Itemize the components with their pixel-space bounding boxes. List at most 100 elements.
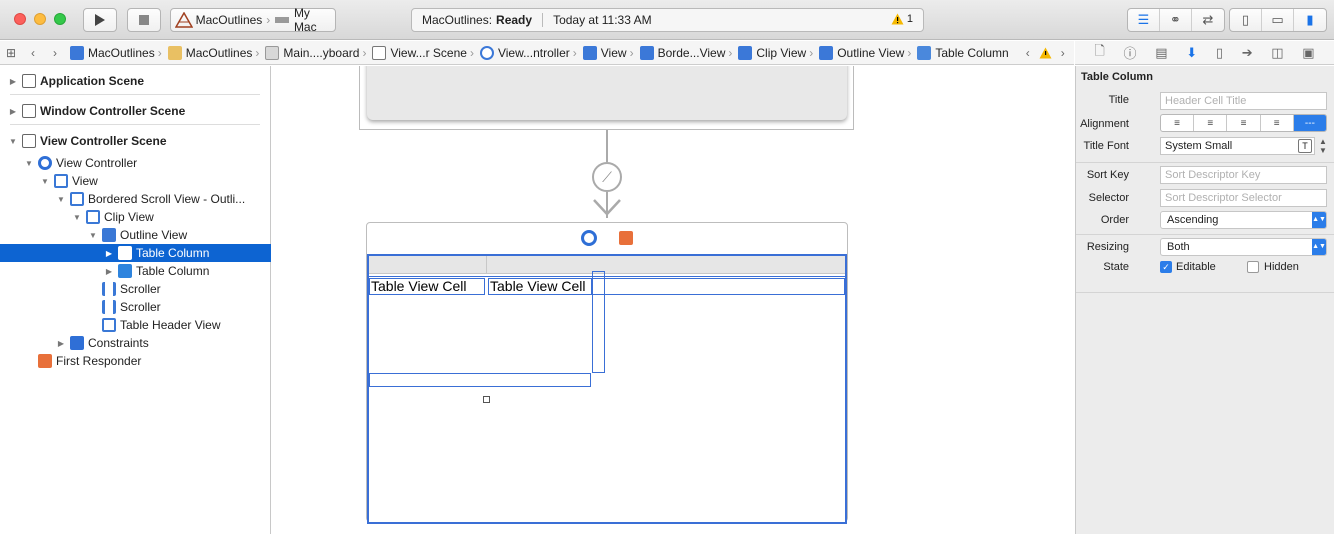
- font-size-stepper[interactable]: ▲ ▼: [1319, 137, 1327, 155]
- minimize-window-button[interactable]: [34, 13, 46, 25]
- outline-row-table-column-selected[interactable]: ▶ Table Column: [0, 244, 271, 262]
- outline-row-first-responder[interactable]: First Responder: [0, 352, 271, 370]
- back-arrow-icon[interactable]: ‹: [22, 46, 44, 60]
- warning-badge[interactable]: 1: [891, 13, 913, 25]
- rings-icon: ⚭: [1170, 12, 1181, 27]
- attributes-inspector: Table Column Title Header Cell Title Ali…: [1075, 66, 1334, 534]
- disclosure-right-icon[interactable]: ▶: [104, 249, 114, 258]
- disclosure-down-icon[interactable]: ▼: [88, 231, 98, 240]
- toggle-navigator-button[interactable]: ▯: [1230, 9, 1262, 31]
- next-issue-icon[interactable]: ›: [1052, 46, 1074, 60]
- title-field[interactable]: Header Cell Title: [1160, 92, 1327, 110]
- font-picker-icon[interactable]: T: [1298, 139, 1312, 153]
- row-label: Application Scene: [40, 74, 145, 88]
- inspector-section-title: Table Column: [1081, 71, 1153, 83]
- forward-arrow-icon[interactable]: ›: [44, 46, 66, 60]
- editable-checkbox[interactable]: ✓: [1160, 261, 1172, 273]
- prev-issue-icon[interactable]: ‹: [1017, 46, 1039, 60]
- disclosure-right-icon[interactable]: ▶: [8, 77, 18, 86]
- order-popup[interactable]: Ascending ▲▼: [1160, 211, 1327, 229]
- disclosure-right-icon[interactable]: ▶: [56, 339, 66, 348]
- help-inspector-icon[interactable]: ⓘ: [1124, 43, 1137, 62]
- selector-field[interactable]: Sort Descriptor Selector: [1160, 189, 1327, 207]
- toggle-inspector-button[interactable]: ▮: [1294, 9, 1326, 31]
- horizontal-scroller-frame[interactable]: [369, 373, 591, 387]
- standard-editor-button[interactable]: ☰: [1128, 9, 1160, 31]
- align-center-button[interactable]: ≡: [1194, 115, 1228, 131]
- table-view-cell-1[interactable]: Table View Cell: [371, 278, 466, 294]
- crumb-label: Clip View: [756, 45, 807, 60]
- resizing-popup[interactable]: Both ▲▼: [1160, 238, 1327, 256]
- outline-row-table-column[interactable]: ▶ Table Column: [0, 262, 271, 280]
- outline-row-bordered-scroll-view[interactable]: ▼ Bordered Scroll View - Outli...: [0, 190, 271, 208]
- stop-button[interactable]: [127, 8, 161, 32]
- align-natural-button[interactable]: ---: [1293, 115, 1326, 131]
- order-label: Order: [1100, 214, 1129, 226]
- outline-row-application-scene[interactable]: ▶ Application Scene: [0, 72, 271, 90]
- outline-row-view-controller[interactable]: ▼ View Controller: [0, 154, 271, 172]
- crumb-outline-view[interactable]: Outline View ›: [815, 45, 911, 60]
- disclosure-down-icon[interactable]: ▼: [72, 213, 82, 222]
- chevron-right-icon: ›: [362, 45, 367, 60]
- table-header-view[interactable]: [369, 256, 845, 274]
- first-responder-icon[interactable]: [619, 231, 633, 245]
- outline-row-view-controller-scene[interactable]: ▼ View Controller Scene: [0, 132, 271, 150]
- crumb-label: Table Column: [935, 45, 1009, 60]
- align-left-button[interactable]: ≡: [1161, 115, 1195, 131]
- disclosure-right-icon[interactable]: ▶: [8, 107, 18, 116]
- crumb-label: View: [600, 45, 627, 60]
- outline-row-scroller-2[interactable]: Scroller: [0, 298, 271, 316]
- version-editor-button[interactable]: ⇄: [1192, 9, 1224, 31]
- vertical-scroller-frame[interactable]: [592, 271, 605, 373]
- scheme-selector[interactable]: MacOutlines › My Mac: [170, 6, 336, 34]
- segue-icon[interactable]: ⟋: [592, 162, 622, 192]
- crumb-storyboard[interactable]: Main....yboard ›: [261, 45, 367, 60]
- view-controller-icon[interactable]: [581, 230, 597, 246]
- storyboard-canvas[interactable]: ⟋ Table View Cell Table View Cell: [272, 66, 1074, 534]
- disclosure-down-icon[interactable]: ▼: [56, 195, 66, 204]
- file-inspector-icon[interactable]: 🗋: [1094, 42, 1104, 64]
- outline-row-scroller-1[interactable]: Scroller: [0, 280, 271, 298]
- crumb-scene[interactable]: View...r Scene ›: [368, 45, 474, 60]
- identity-inspector-icon[interactable]: ▤: [1155, 45, 1167, 61]
- disclosure-right-icon[interactable]: ▶: [104, 267, 114, 276]
- title-font-field[interactable]: System Small T: [1160, 137, 1315, 155]
- close-window-button[interactable]: [14, 13, 26, 25]
- outline-row-view[interactable]: ▼ View: [0, 172, 271, 190]
- related-items-icon[interactable]: ⊞: [0, 46, 22, 60]
- crumb-clip-view[interactable]: Clip View ›: [734, 45, 813, 60]
- align-left-icon: ≡: [1174, 117, 1181, 129]
- scene-icon: [22, 74, 36, 88]
- disclosure-down-icon[interactable]: ▼: [24, 159, 34, 168]
- disclosure-down-icon[interactable]: ▼: [8, 137, 18, 146]
- table-view-cell-2[interactable]: Table View Cell: [490, 278, 585, 294]
- resize-handle[interactable]: [483, 396, 490, 403]
- size-inspector-icon[interactable]: ▯: [1216, 45, 1223, 61]
- toggle-debug-button[interactable]: ▭: [1262, 9, 1294, 31]
- outline-row-window-controller-scene[interactable]: ▶ Window Controller Scene: [0, 102, 271, 120]
- outline-row-clip-view[interactable]: ▼ Clip View: [0, 208, 271, 226]
- align-right-button[interactable]: ≡: [1227, 115, 1261, 131]
- bindings-inspector-icon[interactable]: ◫: [1271, 45, 1283, 61]
- crumb-folder[interactable]: MacOutlines ›: [164, 45, 259, 60]
- run-button[interactable]: [83, 8, 117, 32]
- disclosure-down-icon[interactable]: ▼: [40, 177, 50, 186]
- connections-inspector-icon[interactable]: ➔: [1242, 45, 1253, 61]
- assistant-editor-button[interactable]: ⚭: [1160, 9, 1192, 31]
- outline-row-outline-view[interactable]: ▼ Outline View: [0, 226, 271, 244]
- warning-icon[interactable]: [1039, 47, 1052, 59]
- zoom-window-button[interactable]: [54, 13, 66, 25]
- attributes-inspector-icon[interactable]: ⬇: [1186, 45, 1197, 61]
- align-justify-button[interactable]: ≡: [1261, 115, 1294, 131]
- crumb-label: View...ntroller: [497, 45, 570, 60]
- crumb-view-controller[interactable]: View...ntroller ›: [476, 45, 577, 60]
- crumb-view[interactable]: View ›: [579, 45, 634, 60]
- crumb-bordered-scroll-view[interactable]: Borde...View ›: [636, 45, 732, 60]
- hidden-checkbox[interactable]: [1247, 261, 1259, 273]
- crumb-project[interactable]: MacOutlines ›: [66, 45, 162, 60]
- sort-key-field[interactable]: Sort Descriptor Key: [1160, 166, 1327, 184]
- outline-row-table-header-view[interactable]: Table Header View: [0, 316, 271, 334]
- effects-inspector-icon[interactable]: ▣: [1302, 45, 1314, 61]
- outline-row-constraints[interactable]: ▶ Constraints: [0, 334, 271, 352]
- crumb-table-column[interactable]: Table Column: [913, 45, 1009, 60]
